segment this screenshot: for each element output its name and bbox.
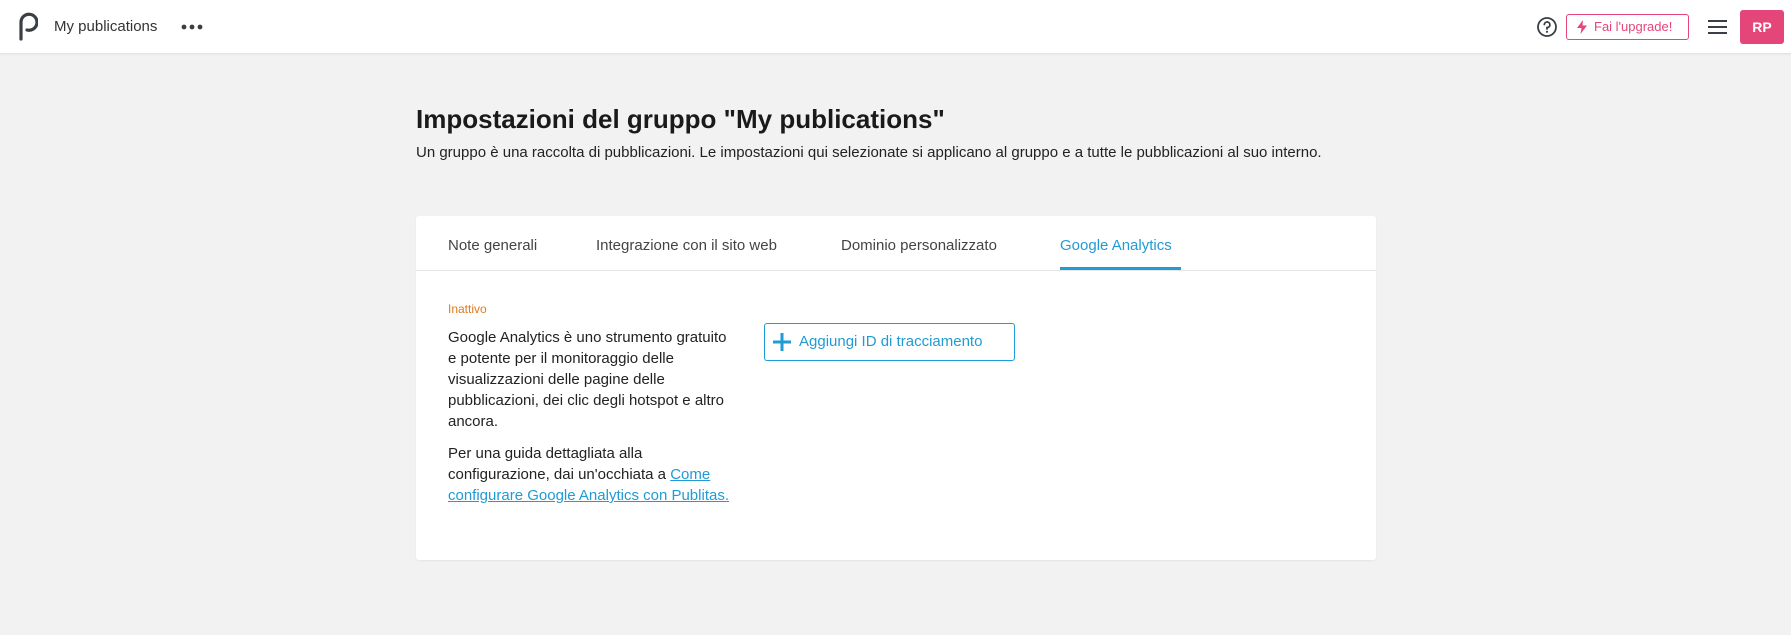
page-description: Un gruppo è una raccolta di pubblicazion… [416,144,1322,161]
help-icon[interactable] [1536,16,1558,38]
publitas-logo-icon[interactable] [16,11,39,41]
add-tracking-id-button[interactable]: Aggiungi ID di tracciamento [764,323,1015,361]
guide-paragraph: Per una guida dettagliata alla configura… [448,443,733,506]
active-tab-indicator [1060,267,1181,270]
settings-card: Note generali Integrazione con il sito w… [416,216,1376,560]
upgrade-button[interactable]: Fai l'upgrade! [1566,14,1689,40]
top-bar: My publications Fai l'upgrade! RP [0,0,1791,54]
user-avatar[interactable]: RP [1740,10,1784,44]
analytics-description: Google Analytics è uno strumento gratuit… [448,329,727,430]
guide-prefix-text: Per una guida dettagliata alla configura… [448,445,671,483]
tab-website-integration[interactable]: Integrazione con il sito web [596,236,777,256]
tab-general-notes[interactable]: Note generali [448,236,537,256]
settings-tabs: Note generali Integrazione con il sito w… [416,216,1376,271]
status-label: Inattivo [448,302,487,316]
app-title[interactable]: My publications [54,17,157,37]
more-dots-icon[interactable] [179,15,205,39]
tab-google-analytics[interactable]: Google Analytics [1060,236,1172,256]
hamburger-menu-icon[interactable] [1707,17,1729,37]
upgrade-button-label: Fai l'upgrade! [1594,19,1673,34]
add-tracking-id-label: Aggiungi ID di tracciamento [799,333,983,350]
tab-custom-domain[interactable]: Dominio personalizzato [841,236,997,256]
page-title: Impostazioni del gruppo "My publications… [416,104,945,134]
lightning-icon [1577,20,1587,34]
plus-icon [773,333,791,351]
